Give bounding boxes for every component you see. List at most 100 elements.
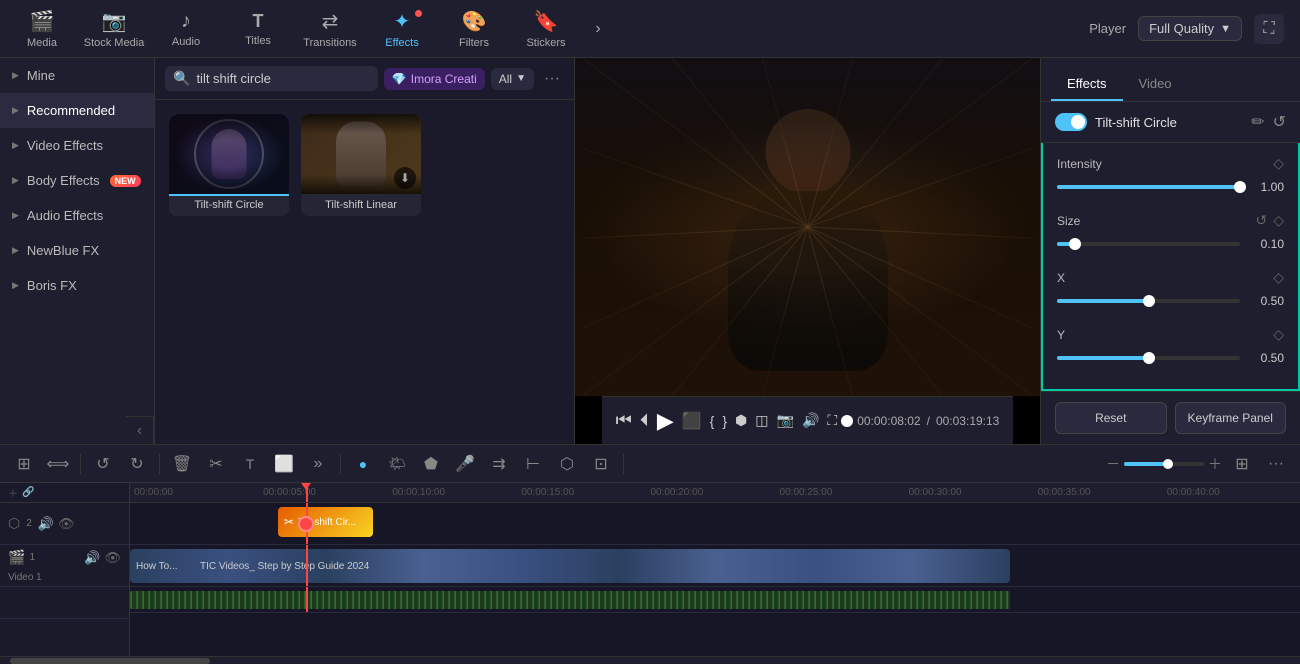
size-slider[interactable] bbox=[1057, 242, 1240, 246]
refresh-icon[interactable]: ↺ bbox=[1273, 112, 1286, 132]
track-audio-btn[interactable]: 🔊 bbox=[38, 516, 54, 532]
play-button[interactable]: ▶ bbox=[657, 408, 674, 434]
effect-card-tiltshift-linear[interactable]: ⬇ Tilt-shift Linear bbox=[301, 114, 421, 216]
zoom-in-icon[interactable]: ＋ bbox=[1208, 454, 1222, 474]
mask-button[interactable]: ⬟ bbox=[417, 450, 445, 478]
toolbar-titles[interactable]: T Titles bbox=[224, 4, 292, 54]
sidebar-item-body-effects[interactable]: ▶ Body Effects NEW bbox=[0, 163, 154, 198]
sidebar-item-recommended[interactable]: ▶ Recommended bbox=[0, 93, 154, 128]
separator bbox=[340, 454, 341, 474]
grid-view-button[interactable]: ⊞ bbox=[1228, 450, 1256, 478]
split-button[interactable]: ⊢ bbox=[519, 450, 547, 478]
effect-card-tiltshift-circle[interactable]: Tilt-shift Circle bbox=[169, 114, 289, 216]
fullscreen-button[interactable]: ⛶ bbox=[1254, 14, 1284, 44]
reset-button[interactable]: Reset bbox=[1055, 402, 1167, 434]
sidebar-collapse-button[interactable]: ‹ bbox=[126, 416, 154, 444]
timeline-scrollbar[interactable] bbox=[0, 656, 1300, 664]
toolbar-stock-media[interactable]: 📷 Stock Media bbox=[80, 4, 148, 54]
y-slider[interactable] bbox=[1057, 356, 1240, 360]
param-intensity: Intensity ◇ 1.00 bbox=[1057, 155, 1284, 194]
toolbar-media[interactable]: 🎬 Media bbox=[8, 4, 76, 54]
ripple-button[interactable]: ⟺ bbox=[44, 450, 72, 478]
fullscreen-button[interactable]: ⛶ bbox=[827, 412, 837, 429]
frame-back-button[interactable]: ⏴ bbox=[640, 410, 649, 431]
track-eye-btn[interactable]: 👁 bbox=[58, 516, 75, 532]
scissors-icon: ✂ bbox=[284, 515, 294, 529]
overlay-button[interactable]: ⊡ bbox=[587, 450, 615, 478]
x-slider[interactable] bbox=[1057, 299, 1240, 303]
track-1-number: 1 bbox=[29, 552, 35, 563]
reset-icon[interactable]: ↺ bbox=[1255, 212, 1267, 229]
diamond-icon[interactable]: ◇ bbox=[1273, 155, 1284, 172]
text-button[interactable]: T bbox=[236, 450, 264, 478]
sidebar-item-newblue[interactable]: ▶ NewBlue FX bbox=[0, 233, 154, 268]
screenshot-button[interactable]: 📷 bbox=[777, 412, 794, 429]
skip-back-button[interactable]: ⏮ bbox=[616, 410, 632, 431]
audio-sync-button[interactable]: ⇉ bbox=[485, 450, 513, 478]
tab-effects[interactable]: Effects bbox=[1051, 68, 1123, 101]
extra-btn-2[interactable]: ◫ bbox=[755, 412, 768, 429]
forward-button[interactable]: » bbox=[304, 450, 332, 478]
track-eye-btn[interactable]: 👁 bbox=[104, 550, 121, 566]
ai-button[interactable]: ⬡ bbox=[553, 450, 581, 478]
add-track-icon[interactable]: ＋ bbox=[8, 485, 18, 500]
effect-toggle[interactable] bbox=[1055, 113, 1087, 131]
intensity-slider[interactable] bbox=[1057, 185, 1240, 189]
snap-button[interactable]: ⊞ bbox=[10, 450, 38, 478]
toolbar-effects[interactable]: ✦ Effects bbox=[368, 4, 436, 54]
speed-button[interactable]: ● bbox=[349, 450, 377, 478]
toolbar-stock-media-label: Stock Media bbox=[84, 37, 145, 49]
audio-button[interactable]: 🔊 bbox=[802, 412, 819, 429]
effect-clip[interactable]: ✂ Tilt-shift Cir... bbox=[278, 507, 373, 537]
frame-forward-button[interactable]: ⬛ bbox=[682, 411, 702, 431]
search-input[interactable] bbox=[196, 71, 369, 86]
tab-video[interactable]: Video bbox=[1123, 68, 1188, 101]
crop-button[interactable]: ⬜ bbox=[270, 450, 298, 478]
scrollbar-thumb[interactable] bbox=[10, 658, 210, 664]
filter-all-dropdown[interactable]: All ▼ bbox=[491, 68, 534, 90]
diamond-icon[interactable]: ◇ bbox=[1273, 326, 1284, 343]
video-clip[interactable]: How To... TIC Videos_ Step by Step Guide… bbox=[130, 549, 1010, 583]
sidebar-item-boris[interactable]: ▶ Boris FX bbox=[0, 268, 154, 303]
arrow-icon: ▶ bbox=[12, 245, 19, 256]
mark-out-button[interactable]: } bbox=[722, 413, 727, 429]
param-value: 0.10 bbox=[1248, 237, 1284, 251]
diamond-icon[interactable]: ◇ bbox=[1273, 269, 1284, 286]
toolbar-more-button[interactable]: › bbox=[584, 15, 612, 43]
toolbar-transitions[interactable]: ⇄ Transitions bbox=[296, 4, 364, 54]
track-2-row: ✂ Tilt-shift Cir... bbox=[130, 503, 1300, 545]
toolbar-stickers[interactable]: 🔖 Stickers bbox=[512, 4, 580, 54]
diamond-icon[interactable]: ◇ bbox=[1273, 212, 1284, 229]
sidebar-item-video-effects[interactable]: ▶ Video Effects bbox=[0, 128, 154, 163]
arrow-icon: ▶ bbox=[12, 105, 19, 116]
toolbar-audio[interactable]: ♪ Audio bbox=[152, 4, 220, 54]
download-icon[interactable]: ⬇ bbox=[394, 167, 416, 189]
mark-in-button[interactable]: { bbox=[710, 413, 715, 429]
extra-btn-1[interactable]: ⬢ bbox=[735, 412, 747, 429]
zoom-out-icon[interactable]: － bbox=[1106, 454, 1120, 474]
color-button[interactable]: 🌤 bbox=[383, 450, 411, 478]
edit-icon[interactable]: ✏ bbox=[1251, 112, 1264, 132]
quality-select[interactable]: Full Quality ▼ bbox=[1138, 16, 1242, 41]
more-button[interactable]: ··· bbox=[540, 70, 564, 88]
param-value: 0.50 bbox=[1248, 351, 1284, 365]
params-panel: Intensity ◇ 1.00 Size bbox=[1041, 143, 1300, 391]
mic-button[interactable]: 🎤 bbox=[451, 450, 479, 478]
track-label-buttons: 🔊 👁 bbox=[84, 550, 121, 566]
toolbar-filters[interactable]: 🎨 Filters bbox=[440, 4, 508, 54]
delete-button[interactable]: 🗑 bbox=[168, 450, 196, 478]
track-1-icon: 🎬 bbox=[8, 549, 25, 566]
redo-button[interactable]: ↻ bbox=[123, 450, 151, 478]
more-options-button[interactable]: ··· bbox=[1262, 450, 1290, 478]
sidebar-item-audio-effects[interactable]: ▶ Audio Effects bbox=[0, 198, 154, 233]
track-2-icon: ⬡ bbox=[8, 515, 20, 532]
sidebar-item-mine[interactable]: ▶ Mine bbox=[0, 58, 154, 93]
imora-badge[interactable]: 💎 Imora Creati bbox=[384, 68, 485, 90]
undo-button[interactable]: ↺ bbox=[89, 450, 117, 478]
cut-button[interactable]: ✂ bbox=[202, 450, 230, 478]
link-icon[interactable]: 🔗 bbox=[22, 487, 34, 498]
zoom-slider[interactable] bbox=[1124, 462, 1204, 466]
track-audio-btn[interactable]: 🔊 bbox=[84, 550, 100, 566]
new-badge: NEW bbox=[110, 175, 141, 187]
keyframe-panel-button[interactable]: Keyframe Panel bbox=[1175, 402, 1287, 434]
